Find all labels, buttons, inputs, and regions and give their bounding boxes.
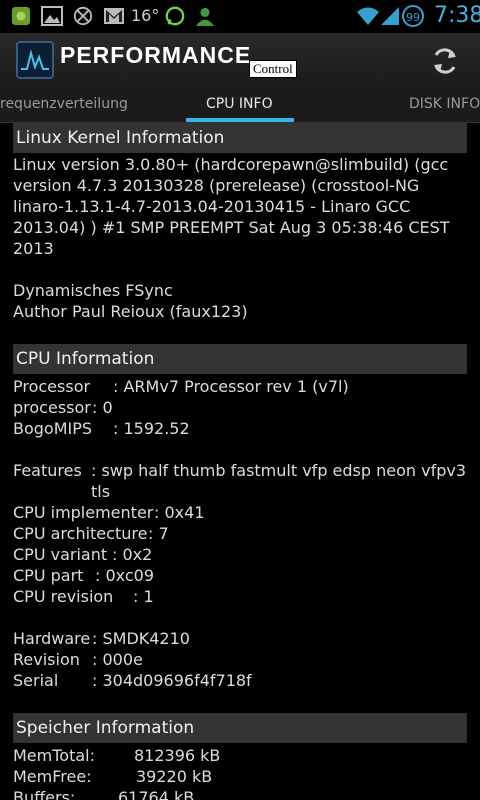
kernel-version-text: Linux version 3.0.80+ (hardcorepawn@slim… [13,155,450,258]
battery-icon: 99 [402,5,424,27]
hw-revision-label: Revision [13,650,80,669]
action-bar: PERFORMANCE Control [0,33,480,89]
cpu-section-header: CPU Information [13,344,467,374]
serial-value: : 304d09696f4f718f [92,671,252,690]
serial-label: Serial [13,671,59,690]
cpu-revision-label: CPU revision [13,587,114,606]
hw-revision-value: : 000e [92,650,143,669]
memtotal-label: MemTotal: [13,746,95,765]
app-subtitle: Control [249,60,297,78]
memfree-value: 39220 kB [136,767,213,786]
sync-off-icon [73,6,93,26]
cpu-revision-value: : 1 [133,587,154,606]
bogomips-label: BogoMIPS [13,419,93,438]
cpu-architecture-label: CPU architecture [13,524,148,543]
cpu-part-label: CPU part [13,566,84,585]
processor-index-value: : 0 [92,398,113,417]
tab-cpu-info[interactable]: CPU INFO [206,96,273,112]
tab-bar: requenzverteilung CPU INFO DISK INFO [0,89,480,123]
cpu-implementer-label: CPU implementer [13,503,154,522]
cpu-variant-value: : 0x2 [112,545,153,564]
clock: 7:38 [434,3,480,28]
app-title: PERFORMANCE [60,42,252,68]
memory-section-header: Speicher Information [13,713,467,743]
kernel-section-header: Linux Kernel Information [13,123,467,153]
gallery-icon [41,6,63,26]
memfree-label: MemFree: [13,767,92,786]
tab-frequency-distribution[interactable]: requenzverteilung [0,96,128,112]
buffers-value: 61764 kB [118,788,195,800]
processor-index-label: processor [13,398,91,417]
contact-icon [195,7,215,26]
temperature-readout: 16° [131,6,160,25]
processor-label: Processor [13,377,91,396]
buffers-label: Buffers: [13,788,76,800]
features-label: Features [13,461,82,480]
hardware-value: : SMDK4210 [92,629,190,648]
refresh-icon[interactable] [428,44,462,78]
tab-disk-info[interactable]: DISK INFO [409,96,480,112]
hardware-label: Hardware [13,629,91,648]
signal-icon [381,7,399,25]
cpu-architecture-value: : 7 [148,524,169,543]
bogomips-value: : 1592.52 [113,419,190,438]
fsync-line: Dynamisches FSync [13,281,173,300]
wifi-icon [357,7,379,25]
processor-value: : ARMv7 Processor rev 1 (v7l) [113,377,349,396]
whatsapp-icon [165,6,185,26]
info-scroll-view[interactable]: Linux Kernel Information Linux version 3… [0,122,480,800]
game-controller-icon [11,6,31,26]
cpu-variant-label: CPU variant [13,545,108,564]
cpu-part-value: : 0xc09 [95,566,154,585]
waveform-icon [21,49,49,71]
cpu-implementer-value: : 0x41 [154,503,205,522]
memtotal-value: 812396 kB [134,746,221,765]
gmail-icon [104,8,124,24]
author-line: Author Paul Reioux (faux123) [13,302,248,321]
features-value: : swp half thumb fastmult vfp edsp neon … [91,461,467,501]
status-bar: 16° 99 7:38 [0,0,480,33]
app-logo-icon[interactable] [16,41,54,79]
